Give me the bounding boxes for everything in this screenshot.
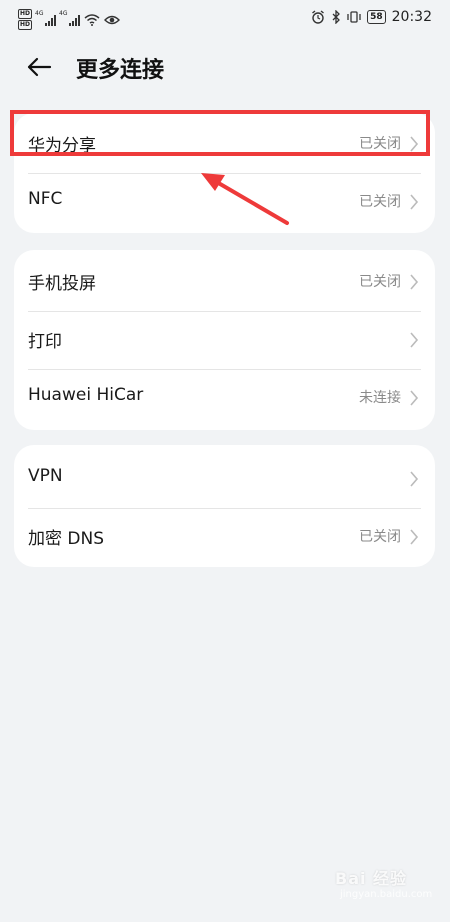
row-status: 已关闭: [359, 529, 401, 545]
annotation-arrow-icon: [201, 173, 289, 225]
battery-icon: 58: [367, 10, 386, 24]
row-label: 打印: [28, 332, 62, 352]
eye-icon: [104, 15, 121, 24]
status-left: HD HD 4G 4G: [18, 9, 121, 30]
chevron-right-icon: [410, 274, 419, 290]
hd-indicators: HD HD: [18, 9, 33, 30]
print-row[interactable]: 打印: [14, 311, 435, 369]
page-title: 更多连接: [76, 58, 165, 83]
row-label: VPN: [28, 466, 63, 486]
app-header: 更多连接: [0, 44, 450, 90]
row-label: 手机投屏: [28, 274, 96, 294]
signal-label: 4G: [35, 9, 44, 17]
chevron-right-icon: [410, 194, 419, 210]
watermark-url: jingyan.baidu.com: [340, 889, 433, 900]
signal-label: 4G: [59, 9, 68, 17]
row-status: 未连接: [359, 390, 401, 406]
row-status: 已关闭: [359, 194, 401, 210]
chevron-right-icon: [410, 332, 419, 348]
status-time: 20:32: [391, 9, 432, 25]
row-label: NFC: [28, 189, 63, 209]
vpn-row[interactable]: VPN: [14, 450, 435, 508]
status-bar: HD HD 4G 4G 58 20:32: [0, 0, 450, 36]
highlight-box: [10, 110, 430, 156]
status-right: 58 20:32: [311, 9, 432, 25]
watermark-logo: Bai 经验: [335, 869, 408, 888]
settings-group-network: VPN 加密 DNS 已关闭: [14, 445, 435, 567]
row-status: 已关闭: [359, 274, 401, 290]
settings-group-projection: 手机投屏 已关闭 打印 Huawei HiCar 未连接: [14, 250, 435, 430]
alarm-icon: [312, 10, 325, 24]
hd-badge: HD: [18, 9, 33, 19]
bluetooth-icon: [332, 10, 341, 24]
hd-badge: HD: [18, 20, 33, 30]
hicar-row[interactable]: Huawei HiCar 未连接: [14, 369, 435, 427]
encrypted-dns-row[interactable]: 加密 DNS 已关闭: [14, 508, 435, 566]
vibrate-icon: [347, 11, 361, 23]
row-label: Huawei HiCar: [28, 385, 144, 405]
signal-icon: 4G: [59, 10, 81, 26]
wifi-icon: [84, 13, 100, 26]
chevron-right-icon: [410, 529, 419, 545]
chevron-right-icon: [410, 390, 419, 406]
screen-projection-row[interactable]: 手机投屏 已关闭: [14, 253, 435, 311]
signal-icon: 4G: [35, 10, 57, 26]
row-label: 加密 DNS: [28, 529, 105, 549]
back-button[interactable]: [26, 54, 56, 80]
chevron-right-icon: [410, 471, 419, 487]
back-arrow-icon: [27, 57, 52, 77]
